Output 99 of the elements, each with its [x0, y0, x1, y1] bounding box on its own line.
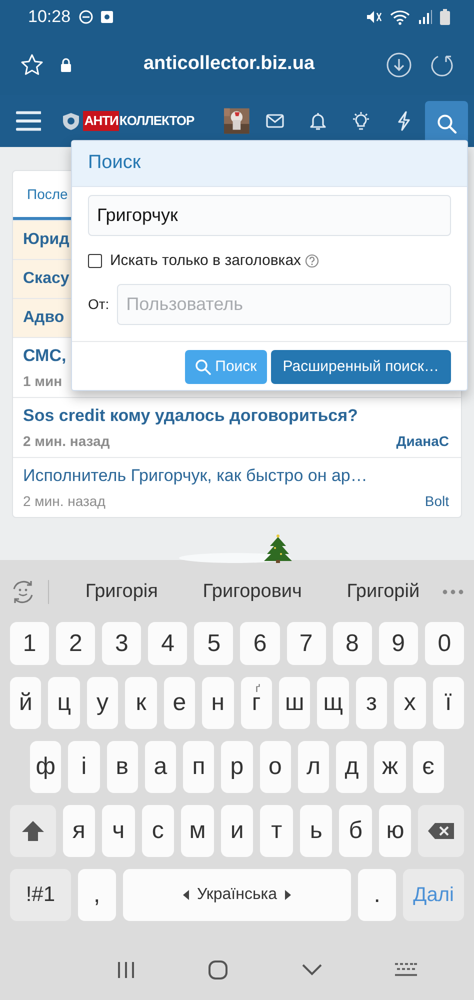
key[interactable]: 0 — [424, 622, 464, 665]
key[interactable]: щ — [317, 677, 349, 729]
key[interactable]: а — [144, 741, 176, 793]
thread-title[interactable]: СМС, — [23, 345, 66, 367]
user-field[interactable]: Пользователь — [117, 284, 451, 325]
advanced-search-button[interactable]: Расширенный поиск… — [270, 350, 451, 384]
url-text[interactable]: anticollector.biz.ua — [143, 53, 315, 74]
menu-icon[interactable] — [16, 110, 42, 132]
thread-author[interactable]: Bolt — [424, 492, 449, 510]
suggestion[interactable]: Григорія — [85, 578, 158, 606]
key[interactable]: 9 — [378, 622, 418, 665]
download-icon[interactable] — [386, 52, 412, 78]
key[interactable]: 3 — [102, 622, 142, 665]
key[interactable]: б — [339, 805, 372, 857]
space-key[interactable]: Українська — [122, 869, 352, 921]
shield-icon — [63, 112, 80, 130]
emoji-icon[interactable] — [10, 579, 36, 605]
thread-title[interactable]: Юрид — [23, 229, 70, 251]
key[interactable]: ж — [374, 741, 406, 793]
key[interactable]: н — [202, 677, 234, 729]
thread-author[interactable]: ДианаС — [396, 432, 449, 450]
key[interactable]: 6 — [240, 622, 280, 665]
thread-time: 2 мин. назад — [23, 432, 110, 450]
key[interactable]: р — [221, 741, 253, 793]
checkbox-label[interactable]: Искать только в заголовках — [110, 250, 302, 272]
key[interactable]: 8 — [332, 622, 372, 665]
shift-key[interactable] — [10, 805, 56, 857]
lightbulb-icon[interactable] — [350, 111, 371, 131]
key[interactable]: 2 — [56, 622, 96, 665]
battery-icon — [440, 9, 450, 25]
key[interactable]: м — [181, 805, 214, 857]
thread-title[interactable]: Скасу — [23, 268, 70, 290]
bell-icon[interactable] — [308, 111, 328, 131]
lock-icon — [60, 58, 72, 72]
symbols-key[interactable]: !#1 — [10, 869, 71, 921]
menu-title: Поиск — [72, 141, 467, 186]
key[interactable]: 5 — [194, 622, 234, 665]
recent-apps-icon[interactable] — [116, 961, 135, 979]
key[interactable]: ц — [48, 677, 80, 729]
key[interactable]: и — [220, 805, 254, 857]
key[interactable]: з — [356, 677, 388, 729]
thread-title[interactable]: Адво — [23, 307, 64, 329]
checkbox[interactable] — [88, 254, 102, 268]
thread-title[interactable]: Исполнитель Григорчук, как быстро он ар… — [23, 465, 368, 487]
search-icon — [195, 359, 212, 375]
key[interactable]: в — [106, 741, 138, 793]
key[interactable]: . — [358, 869, 396, 921]
key[interactable]: ю — [378, 805, 412, 857]
home-icon[interactable] — [208, 960, 228, 980]
wifi-icon — [390, 10, 410, 24]
key[interactable]: 1 — [10, 622, 50, 665]
signal-icon — [418, 10, 432, 24]
do-not-disturb-icon — [78, 10, 93, 24]
backspace-icon — [427, 822, 456, 840]
shift-arrow-icon — [20, 820, 45, 842]
search-icon — [436, 114, 457, 134]
status-time: 10:28 — [28, 6, 71, 28]
key[interactable]: с — [142, 805, 174, 857]
key[interactable]: ф — [30, 741, 62, 793]
site-logo[interactable]: АНТИКОЛЛЕКТОР — [63, 111, 194, 131]
thread-time: 2 мин. назад — [23, 492, 106, 510]
key[interactable]: ї — [432, 677, 464, 729]
star-icon[interactable] — [20, 52, 44, 76]
key[interactable]: 7 — [286, 622, 326, 665]
key[interactable]: є — [412, 741, 444, 793]
mute-icon — [366, 10, 382, 24]
suggestion[interactable]: Григорович — [202, 578, 302, 606]
key[interactable]: я — [62, 805, 96, 857]
key[interactable]: е — [164, 677, 196, 729]
search-field[interactable]: Григорчук — [88, 194, 451, 236]
key-hint: ґ — [255, 682, 260, 697]
key[interactable]: і — [68, 741, 100, 793]
key[interactable]: л — [298, 741, 330, 793]
key[interactable]: ч — [102, 805, 135, 857]
key[interactable]: , — [78, 869, 116, 921]
key[interactable]: у — [86, 677, 118, 729]
key[interactable]: 4 — [148, 622, 188, 665]
thread-title[interactable]: Sos credit кому удалось договориться? — [23, 405, 358, 427]
key[interactable]: д — [336, 741, 368, 793]
key[interactable]: п — [183, 741, 214, 793]
from-label: От: — [88, 295, 110, 314]
notification-icon — [100, 11, 113, 23]
suggestion[interactable]: Григорій — [346, 578, 420, 606]
right-arrow-icon — [285, 890, 292, 900]
key[interactable]: ь — [300, 805, 332, 857]
backspace-key[interactable] — [418, 805, 464, 857]
help-icon[interactable] — [305, 254, 320, 268]
chevron-down-icon[interactable] — [302, 964, 322, 976]
key[interactable]: й — [10, 677, 42, 729]
key[interactable]: к — [125, 677, 157, 729]
mail-icon[interactable] — [264, 111, 285, 131]
key[interactable]: ш — [278, 677, 310, 729]
keyboard-icon[interactable] — [395, 963, 418, 977]
more-icon[interactable] — [442, 589, 464, 595]
key[interactable]: т — [260, 805, 293, 857]
thread-time: 1 мин — [23, 372, 62, 390]
key[interactable]: о — [260, 741, 291, 793]
key[interactable]: х — [394, 677, 426, 729]
left-arrow-icon — [182, 890, 189, 900]
